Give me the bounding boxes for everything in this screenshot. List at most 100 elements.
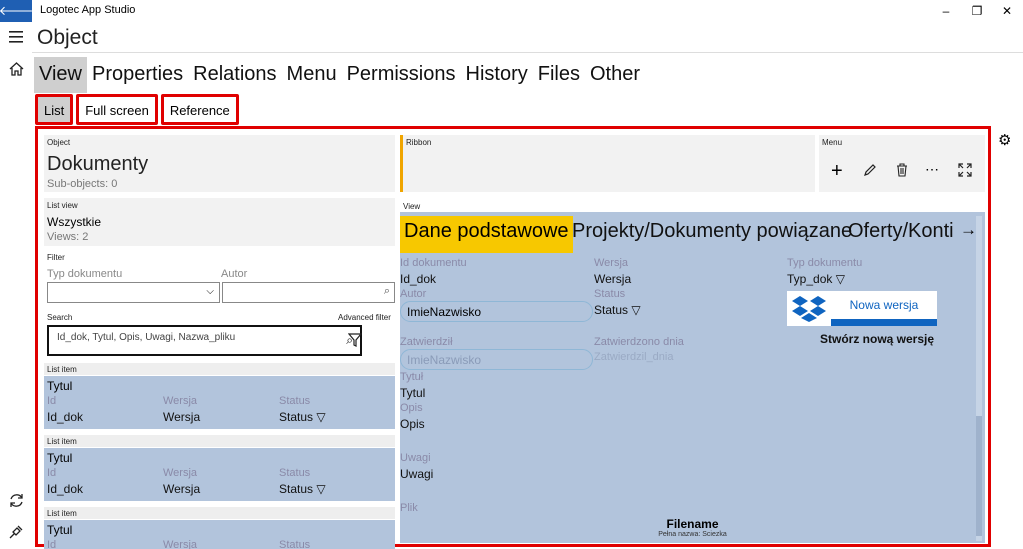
item-title: Tytul xyxy=(47,451,73,465)
home-icon[interactable] xyxy=(0,54,32,84)
tab-other[interactable]: Other xyxy=(585,57,645,93)
item-status-label: Status xyxy=(279,395,311,407)
item-id-label: Id xyxy=(47,467,57,479)
scrollbar-thumb[interactable] xyxy=(976,416,982,536)
section-label: Ribbon xyxy=(406,138,432,147)
field-notes-label: Uwagi xyxy=(400,452,431,464)
item-id-label: Id xyxy=(47,539,57,549)
section-label: List item xyxy=(47,365,77,374)
scrollbar[interactable] xyxy=(976,216,982,541)
sync-icon[interactable] xyxy=(0,485,32,515)
item-version-label: Wersja xyxy=(163,539,198,549)
item-status: Status ▽ xyxy=(279,410,326,424)
edit-icon[interactable] xyxy=(863,163,877,182)
item-id-label: Id xyxy=(47,395,57,407)
section-label: List view xyxy=(47,201,78,210)
approver-field[interactable]: ImieNazwisko xyxy=(400,349,593,370)
expand-icon[interactable] xyxy=(958,163,972,182)
section-label: Filter xyxy=(47,253,65,262)
item-version-label: Wersja xyxy=(163,395,198,407)
menu-panel: Menu + ⋯ xyxy=(819,135,985,192)
item-version: Wersja xyxy=(163,482,201,496)
field-approved-date[interactable]: Zatwierdzil_dnia xyxy=(594,351,673,363)
nav-sidebar xyxy=(0,22,32,549)
chevron-down-icon: ⌵ xyxy=(206,286,214,297)
page-title: Object xyxy=(37,26,98,49)
add-icon[interactable]: + xyxy=(831,161,843,181)
maximize-button[interactable]: ❐ xyxy=(962,0,992,22)
tab-permissions[interactable]: Permissions xyxy=(342,57,461,93)
author-input[interactable]: ⌕ xyxy=(222,282,395,303)
gear-icon[interactable]: ⚙ xyxy=(998,131,1011,149)
list-item[interactable]: List item Tytul Id Wersja Status xyxy=(44,507,395,549)
item-version-label: Wersja xyxy=(163,467,198,479)
field-status[interactable]: Status ▽ xyxy=(594,303,641,317)
subtab-full-screen[interactable]: Full screen xyxy=(76,94,158,125)
delete-icon[interactable] xyxy=(896,163,908,182)
view-panel: Dane podstawowe Projekty/Dokumenty powią… xyxy=(400,212,985,543)
field-description: Opis xyxy=(400,417,425,431)
field-doc-type-label: Typ dokumentu xyxy=(787,257,863,269)
new-version-button[interactable]: Nowa wersja xyxy=(787,291,937,326)
tab-view[interactable]: View xyxy=(34,57,87,93)
list: List item Tytul Id Wersja Status Id_dok … xyxy=(44,363,395,549)
object-name: Dokumenty xyxy=(47,153,149,175)
search-input[interactable]: Id_dok, Tytul, Opis, Uwagi, Nazwa_pliku … xyxy=(47,325,362,356)
field-version-label: Wersja xyxy=(594,257,629,269)
field-doc-type[interactable]: Typ_dok ▽ xyxy=(787,272,845,286)
section-label: Search xyxy=(47,313,73,322)
hamburger-menu-icon[interactable] xyxy=(0,22,32,52)
arrow-right-icon[interactable]: → xyxy=(960,220,977,240)
object-panel[interactable]: Object Dokumenty Sub-objects: 0 xyxy=(44,135,395,192)
subtab-reference[interactable]: Reference xyxy=(160,94,239,125)
list-view-count: Views: 2 xyxy=(47,231,89,243)
tab-files[interactable]: Files xyxy=(533,57,585,93)
field-approver-label: Zatwierdził xyxy=(400,336,453,348)
tab-menu[interactable]: Menu xyxy=(282,57,342,93)
list-view-name: Wszystkie xyxy=(47,215,101,229)
field-version: Wersja xyxy=(594,272,632,286)
item-status: Status ▽ xyxy=(279,482,326,496)
field-id: Id_dok xyxy=(400,272,437,286)
minimize-button[interactable]: – xyxy=(931,0,961,22)
section-label: Menu xyxy=(822,138,843,147)
ribbon-accent-bar xyxy=(400,135,403,192)
author-field[interactable]: ImieNazwisko xyxy=(400,301,593,322)
sub-tabs: List Full screen Reference xyxy=(35,94,239,126)
list-item[interactable]: List item Tytul Id Wersja Status Id_dok … xyxy=(44,435,395,501)
close-button[interactable]: ✕ xyxy=(992,0,1022,22)
advanced-filter-label: Advanced filter xyxy=(338,313,391,322)
field-title-label: Tytuł xyxy=(400,371,424,383)
item-title: Tytul xyxy=(47,523,73,537)
item-title: Tytul xyxy=(47,379,73,393)
field-description-label: Opis xyxy=(400,402,423,414)
doc-type-select[interactable]: ⌵ xyxy=(47,282,220,303)
filter-icon[interactable] xyxy=(347,333,363,352)
field-file-label: Plik xyxy=(400,502,418,514)
app-title: Logotec App Studio xyxy=(40,4,136,16)
view-tab-dane[interactable]: Dane podstawowe xyxy=(400,216,573,253)
list-view-panel[interactable]: List view Wszystkie Views: 2 xyxy=(44,198,395,246)
filter-label-author: Autor xyxy=(221,268,248,280)
field-author-label: Autor xyxy=(400,288,427,300)
tab-properties[interactable]: Properties xyxy=(87,57,188,93)
field-status-label: Status xyxy=(594,288,626,300)
back-arrow-icon[interactable]: 🡐 xyxy=(0,0,33,22)
item-status-label: Status xyxy=(279,467,311,479)
view-tab-projekty[interactable]: Projekty/Dokumenty powiązane xyxy=(572,220,852,243)
view-tab-oferty[interactable]: Oferty/Konti xyxy=(848,220,954,243)
more-icon[interactable]: ⋯ xyxy=(925,161,939,178)
tab-history[interactable]: History xyxy=(461,57,533,93)
list-item[interactable]: List item Tytul Id Wersja Status Id_dok … xyxy=(44,363,395,429)
file-name[interactable]: Filename xyxy=(400,517,985,531)
file-full-path: Pełna nazwa: Sciezka xyxy=(658,531,727,538)
plug-icon[interactable] xyxy=(0,517,32,547)
item-id: Id_dok xyxy=(47,410,84,424)
object-subobjects: Sub-objects: 0 xyxy=(47,178,118,190)
ribbon-panel[interactable]: Ribbon xyxy=(400,135,815,192)
field-id-label: Id dokumentu xyxy=(400,257,467,269)
search-value: Id_dok, Tytul, Opis, Uwagi, Nazwa_pliku xyxy=(57,332,236,343)
section-label: View xyxy=(403,202,421,211)
tab-relations[interactable]: Relations xyxy=(188,57,281,93)
subtab-list[interactable]: List xyxy=(35,94,74,125)
